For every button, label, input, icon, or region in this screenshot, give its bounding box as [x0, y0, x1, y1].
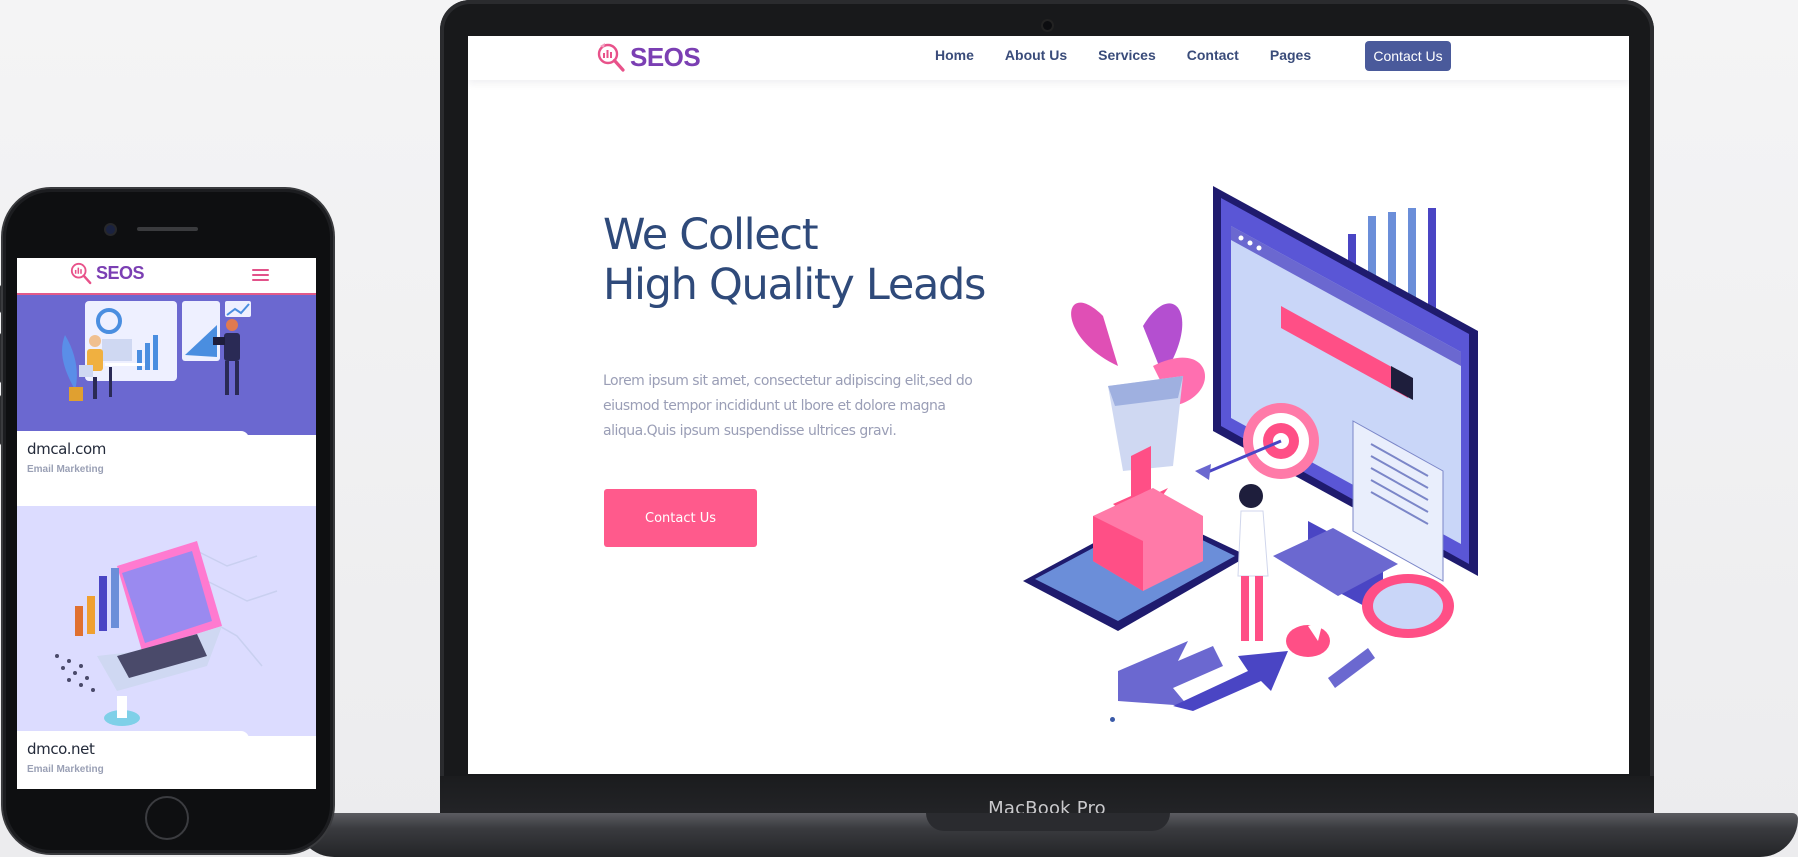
nav-contact-us-button[interactable]: Contact Us: [1365, 41, 1451, 71]
portfolio-card-subtitle-2: Email Marketing: [27, 764, 104, 775]
portfolio-card-image-1[interactable]: [17, 295, 316, 435]
site-navbar: SEOS Home About Us Services Contact Page…: [468, 36, 1629, 80]
mobile-logo-text: SEOS: [96, 262, 145, 283]
laptop-notch: [926, 813, 1170, 831]
seo-isometric-illustration: [1023, 186, 1478, 711]
nav-link-about-us[interactable]: About Us: [1005, 47, 1067, 63]
portfolio-card-title-2: dmco.net: [27, 740, 95, 758]
nav-link-contact[interactable]: Contact: [1187, 47, 1239, 63]
site-logo[interactable]: SEOS: [596, 40, 701, 74]
laptop-chin: MacBook Pro: [440, 776, 1654, 819]
phone-speaker: [137, 227, 198, 231]
hero-title: We Collect High Quality Leads: [603, 210, 1023, 310]
hero-description: Lorem ipsum sit amet, consectetur adipis…: [603, 373, 973, 439]
portfolio-card-caption-1[interactable]: dmcal.com Email Marketing: [17, 431, 249, 503]
mobile-logo[interactable]: SEOS: [69, 260, 145, 286]
hero-contact-us-button[interactable]: Contact Us: [604, 489, 757, 547]
hamburger-menu-icon[interactable]: [252, 269, 269, 284]
laptop-camera: [1043, 21, 1052, 30]
site-logo-text: SEOS: [630, 41, 701, 72]
hero-slider-dot[interactable]: [1110, 717, 1115, 722]
phone-home-button[interactable]: [145, 796, 189, 840]
seos-logo-icon: [597, 43, 625, 72]
nav-link-home[interactable]: Home: [935, 47, 974, 63]
laptop-screen: SEOS Home About Us Services Contact Page…: [468, 36, 1629, 774]
mobile-header: SEOS: [17, 258, 316, 295]
phone-screen: SEOS dmcal.com Email Marketing dmco.net …: [17, 258, 316, 789]
portfolio-card-title-1: dmcal.com: [27, 440, 106, 458]
nav-link-services[interactable]: Services: [1098, 47, 1156, 63]
phone-camera: [106, 225, 115, 234]
nav-link-pages[interactable]: Pages: [1270, 47, 1311, 63]
portfolio-card-caption-2[interactable]: dmco.net Email Marketing: [17, 731, 249, 789]
laptop-analytics-illustration: [55, 541, 278, 726]
analytics-team-illustration: [62, 301, 251, 401]
portfolio-card-subtitle-1: Email Marketing: [27, 464, 104, 475]
hero-title-line2: High Quality Leads: [603, 260, 986, 310]
hero-title-line1: We Collect: [603, 210, 819, 260]
seos-logo-icon: [70, 262, 92, 285]
portfolio-card-image-2[interactable]: [17, 506, 316, 736]
site-nav-links: Home About Us Services Contact Pages: [935, 47, 1342, 63]
